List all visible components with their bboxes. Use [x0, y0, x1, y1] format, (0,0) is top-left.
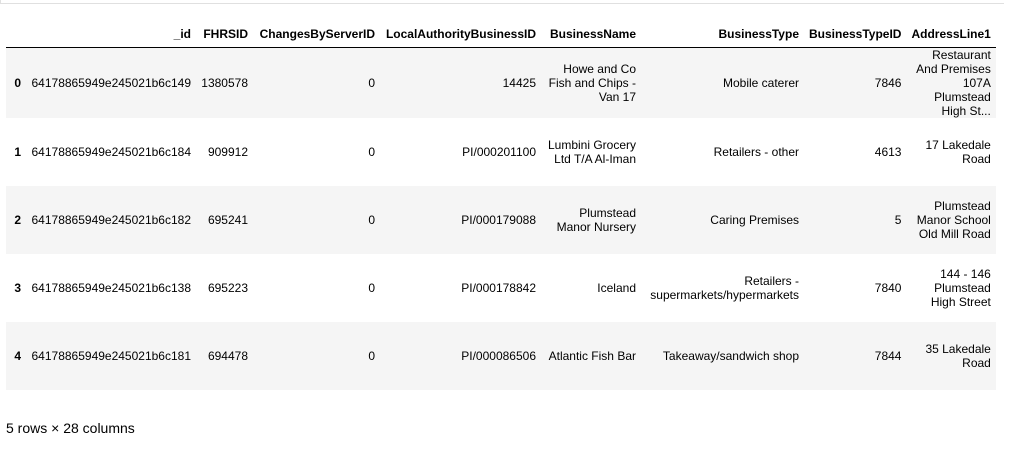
cell-business-type-id: 7844: [874, 349, 902, 363]
header-changes-by-server-id: ChangesByServerID: [253, 22, 380, 48]
cell-id: 64178865949e245021b6c149: [31, 76, 192, 90]
cell-address-line1: 17 Lakedale Road: [925, 138, 991, 166]
dataframe-table: _id FHRSID ChangesByServerID LocalAuthor…: [6, 22, 996, 390]
header-business-type: BusinessType: [641, 22, 804, 48]
row-index: 4: [14, 349, 21, 363]
table-row: 3 64178865949e245021b6c138 695223 0 PI/0…: [6, 254, 996, 322]
cell-changes-by-server-id: 0: [368, 281, 375, 295]
header-local-authority-business-id: LocalAuthorityBusinessID: [380, 22, 541, 48]
cell-top-border: [0, 0, 1004, 4]
table-row: 4 64178865949e245021b6c181 694478 0 PI/0…: [6, 322, 996, 390]
table-header: _id FHRSID ChangesByServerID LocalAuthor…: [6, 22, 996, 48]
cell-fhrsid: 694478: [207, 349, 248, 363]
cell-id: 64178865949e245021b6c184: [31, 145, 192, 159]
cell-address-line1: Plumstead Manor School Old Mill Road: [916, 199, 991, 241]
cell-business-type: Retailers - supermarkets/hypermarkets: [650, 274, 799, 302]
cell-changes-by-server-id: 0: [368, 76, 375, 90]
cell-business-type-id: 7846: [874, 76, 902, 90]
cell-business-type-id: 7840: [874, 281, 902, 295]
dataframe-shape-text: 5 rows × 28 columns: [6, 420, 135, 436]
cell-local-authority-business-id: PI/000178842: [461, 281, 536, 295]
cell-fhrsid: 695241: [207, 213, 248, 227]
dataframe-output: _id FHRSID ChangesByServerID LocalAuthor…: [6, 22, 996, 390]
cell-fhrsid: 1380578: [201, 76, 248, 90]
header-index: [6, 22, 26, 48]
cell-business-type: Takeaway/sandwich shop: [662, 349, 799, 363]
header-business-type-id: BusinessTypeID: [804, 22, 907, 48]
cell-changes-by-server-id: 0: [368, 145, 375, 159]
table-row: 2 64178865949e245021b6c182 695241 0 PI/0…: [6, 186, 996, 254]
cell-business-name: Lumbini Grocery Ltd T/A Al-Iman: [547, 138, 636, 166]
cell-business-type-id: 4613: [874, 145, 902, 159]
cell-id: 64178865949e245021b6c138: [31, 281, 192, 295]
header-id: _id: [26, 22, 196, 48]
row-index: 1: [14, 145, 21, 159]
header-row: _id FHRSID ChangesByServerID LocalAuthor…: [6, 22, 996, 48]
cell-local-authority-business-id: 14425: [502, 76, 536, 90]
cell-business-name: Iceland: [597, 281, 636, 295]
header-fhrsid: FHRSID: [196, 22, 253, 48]
table-body: 0 64178865949e245021b6c149 1380578 0 144…: [6, 47, 996, 390]
cell-business-name: Atlantic Fish Bar: [548, 349, 636, 363]
cell-local-authority-business-id: PI/000086506: [461, 349, 536, 363]
table-row: 0 64178865949e245021b6c149 1380578 0 144…: [6, 47, 996, 118]
cell-fhrsid: 909912: [207, 145, 248, 159]
cell-local-authority-business-id: PI/000201100: [462, 145, 536, 159]
row-index: 0: [14, 76, 21, 90]
cell-address-line1: 144 - 146 Plumstead High Street: [930, 267, 991, 309]
cell-id: 64178865949e245021b6c182: [31, 213, 192, 227]
cell-id: 64178865949e245021b6c181: [31, 349, 192, 363]
header-address-line1: AddressLine1: [906, 22, 996, 48]
cell-address-line1: 35 Lakedale Road: [925, 342, 991, 370]
cell-fhrsid: 695223: [207, 281, 248, 295]
cell-business-type: Mobile caterer: [722, 76, 799, 90]
cell-changes-by-server-id: 0: [368, 213, 375, 227]
table-row: 1 64178865949e245021b6c184 909912 0 PI/0…: [6, 118, 996, 186]
header-business-name: BusinessName: [541, 22, 641, 48]
cell-business-type: Retailers - other: [713, 145, 799, 159]
cell-changes-by-server-id: 0: [368, 349, 375, 363]
cell-local-authority-business-id: PI/000179088: [461, 213, 536, 227]
cell-business-type: Caring Premises: [710, 213, 799, 227]
cell-address-line1: Restaurant And Premises 107A Plumstead H…: [916, 48, 991, 118]
cell-business-type-id: 5: [894, 213, 902, 227]
row-index: 3: [14, 281, 21, 295]
cell-business-name: Plumstead Manor Nursery: [556, 206, 636, 234]
row-index: 2: [14, 213, 21, 227]
cell-business-name: Howe and Co Fish and Chips - Van 17: [548, 62, 636, 104]
